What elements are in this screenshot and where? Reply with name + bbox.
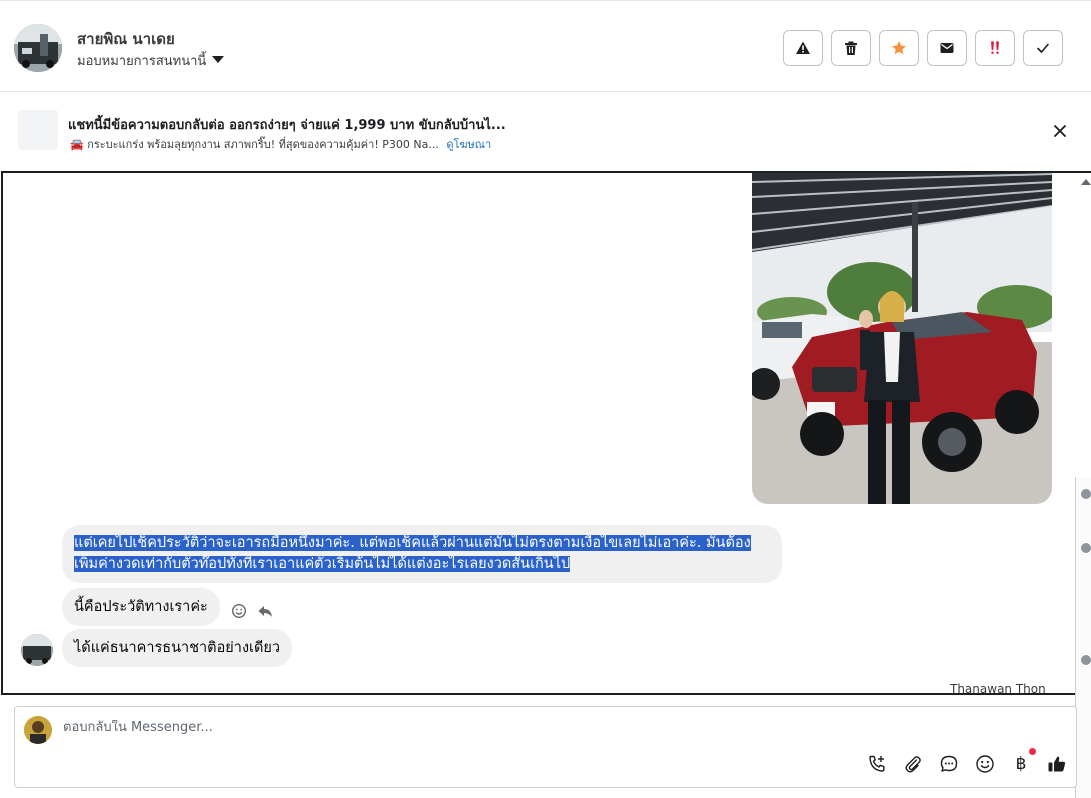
phone-plus-icon: [869, 755, 885, 772]
reply-composer: ฿: [14, 706, 1077, 788]
attachment-icon: [905, 756, 921, 773]
call-button[interactable]: [866, 753, 888, 775]
baht-icon: ฿: [1015, 754, 1027, 774]
close-icon: [1054, 125, 1066, 137]
attach-button[interactable]: [902, 753, 924, 775]
avatar: [1081, 489, 1091, 499]
message-bubble[interactable]: ได้แค่ธนาคารธนาชาติอย่างเดียว: [62, 629, 293, 667]
notification-dot: [1029, 748, 1036, 755]
view-ad-link[interactable]: ดูโฆษณา: [446, 138, 491, 151]
star-button[interactable]: [879, 30, 919, 66]
payment-button[interactable]: ฿: [1010, 748, 1036, 775]
side-panel-edge[interactable]: [1075, 477, 1091, 798]
mail-icon: [940, 43, 954, 53]
message-thread[interactable]: แต่เคยไปเช็คประวัติว่าจะเอารถมือหนึ่งมาค…: [1, 171, 1091, 695]
reply-input[interactable]: [63, 720, 823, 735]
page-avatar: [24, 716, 52, 744]
emoji-icon: [976, 755, 994, 773]
scroll-up-arrow[interactable]: [1081, 179, 1091, 185]
contact-name[interactable]: สายพิณ นาเดย: [77, 27, 175, 51]
delete-button[interactable]: [831, 30, 871, 66]
avatar: [1081, 655, 1091, 665]
conversation-header: สายพิณ นาเดย มอบหมายการสนทนานี้: [0, 0, 1091, 92]
saved-replies-button[interactable]: [938, 753, 960, 775]
trash-icon: [845, 41, 857, 55]
ad-title: แชทนี้มีข้อความตอบกลับต่อ ออกรถง่ายๆ จ่า…: [68, 118, 506, 133]
message-text: ได้แค่ธนาคารธนาชาติอย่างเดียว: [74, 640, 281, 656]
ad-subtitle: 🚘 กระบะแกร่ง พร้อมลุยทุกงาน สภาพกริ๊บ! ท…: [70, 138, 439, 151]
mark-important-button[interactable]: [975, 30, 1015, 66]
check-icon: [1037, 43, 1049, 53]
like-icon: [1048, 756, 1066, 772]
contact-avatar[interactable]: [14, 24, 62, 72]
chevron-down-icon: [212, 56, 225, 63]
close-banner-button[interactable]: [1051, 122, 1069, 140]
header-actions: [783, 30, 1063, 66]
composer-toolbar: ฿: [866, 748, 1068, 775]
important-icon: [991, 41, 999, 54]
message-bubble[interactable]: นี้คือประวัติทางเราค่ะ: [62, 588, 220, 626]
message-text: แต่เคยไปเช็คประวัติว่าจะเอารถมือหนึ่งมาค…: [74, 535, 751, 572]
react-emoji-icon[interactable]: [231, 603, 247, 619]
ad-subtitle-row: 🚘 กระบะแกร่ง พร้อมลุยทุกงาน สภาพกริ๊บ! ท…: [70, 135, 491, 153]
message-text: นี้คือประวัติทางเราค่ะ: [74, 599, 208, 615]
emoji-button[interactable]: [974, 753, 996, 775]
assign-label: มอบหมายการสนทนานี้: [77, 54, 207, 69]
mark-unread-button[interactable]: [927, 30, 967, 66]
shared-photo[interactable]: [752, 173, 1052, 504]
warning-icon: [796, 41, 810, 54]
assign-conversation-dropdown[interactable]: มอบหมายการสนทนานี้: [77, 50, 225, 71]
message-bubble[interactable]: แต่เคยไปเช็คประวัติว่าจะเอารถมือหนึ่งมาค…: [62, 525, 782, 583]
mark-spam-button[interactable]: [783, 30, 823, 66]
ad-thumbnail[interactable]: [18, 110, 58, 150]
saved-reply-icon: [940, 755, 958, 772]
avatar: [1081, 543, 1091, 553]
message-actions: [231, 603, 273, 619]
reply-icon[interactable]: [257, 603, 273, 619]
ad-reply-banner: แชทนี้มีข้อความตอบกลับต่อ ออกรถง่ายๆ จ่า…: [0, 92, 1091, 171]
mark-done-button[interactable]: [1023, 30, 1063, 66]
sender-label: Thanawan Thon: [950, 682, 1046, 695]
star-icon: [892, 41, 906, 55]
like-button[interactable]: [1046, 753, 1068, 775]
sender-avatar[interactable]: [21, 634, 53, 666]
